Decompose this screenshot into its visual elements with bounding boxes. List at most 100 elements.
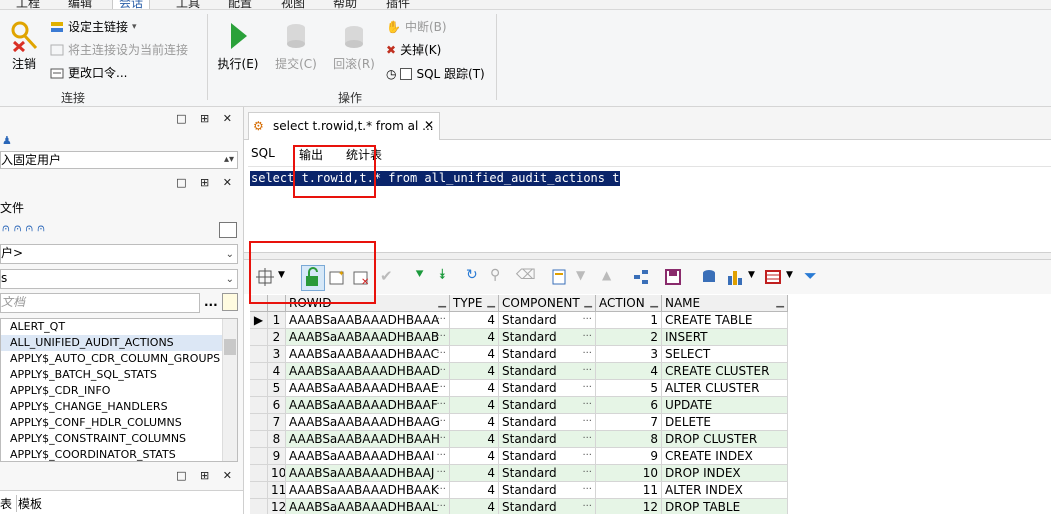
cell-editor-ellipsis-icon[interactable]: ··· xyxy=(436,363,446,379)
row-selector[interactable] xyxy=(250,465,268,482)
panel-controls[interactable]: □ ⊞ ✕ xyxy=(176,112,237,125)
cell-editor-ellipsis-icon[interactable]: ··· xyxy=(582,363,592,379)
cell-action[interactable]: 5 xyxy=(596,380,662,397)
table-row[interactable]: 8 AAABSaAABAAADHBAAH ··· 4 Standard ··· 8 DROP … xyxy=(250,431,788,448)
menu-help[interactable]: 帮助 xyxy=(333,0,357,9)
cell-component[interactable]: Standard ··· xyxy=(499,397,596,414)
cell-editor-ellipsis-icon[interactable]: ··· xyxy=(582,397,592,413)
tab-templates[interactable]: 模板 xyxy=(18,495,42,512)
row-selector[interactable] xyxy=(250,431,268,448)
cell-name[interactable]: DROP CLUSTER xyxy=(662,431,788,448)
cell-component[interactable]: Standard ··· xyxy=(499,329,596,346)
cell-rowid[interactable]: AAABSaAABAAADHBAAH ··· xyxy=(286,431,450,448)
browser-panel-controls[interactable]: □ ⊞ ✕ xyxy=(176,176,237,189)
cell-component[interactable]: Standard ··· xyxy=(499,380,596,397)
row-number[interactable]: 12 xyxy=(268,499,286,514)
table-grid-icon[interactable] xyxy=(764,268,782,286)
row-number[interactable]: 2 xyxy=(268,329,286,346)
row-selector[interactable] xyxy=(250,346,268,363)
clear-icon[interactable]: ⌫ xyxy=(516,267,536,283)
cell-action[interactable]: 1 xyxy=(596,312,662,329)
vertical-scrollbar[interactable] xyxy=(222,319,237,461)
cell-editor-ellipsis-icon[interactable]: ··· xyxy=(436,346,446,362)
cell-type[interactable]: 4 xyxy=(450,363,499,380)
cell-action[interactable]: 7 xyxy=(596,414,662,431)
cell-editor-ellipsis-icon[interactable]: ··· xyxy=(436,448,446,464)
cell-editor-ellipsis-icon[interactable]: ··· xyxy=(582,448,592,464)
column-header-component[interactable]: COMPONENT ▁ xyxy=(499,295,596,312)
menu-plugins[interactable]: 插件 xyxy=(386,0,410,9)
row-selector[interactable] xyxy=(250,397,268,414)
sql-trace-checkbox[interactable] xyxy=(400,67,413,80)
cell-editor-ellipsis-icon[interactable]: ··· xyxy=(582,465,592,481)
chevron-down-icon[interactable]: ▼ xyxy=(748,270,755,280)
cell-action[interactable]: 9 xyxy=(596,448,662,465)
cell-name[interactable]: DELETE xyxy=(662,414,788,431)
row-number[interactable]: 10 xyxy=(268,465,286,482)
cell-action[interactable]: 10 xyxy=(596,465,662,482)
cell-type[interactable]: 4 xyxy=(450,380,499,397)
cell-type[interactable]: 4 xyxy=(450,312,499,329)
cell-type[interactable]: 4 xyxy=(450,431,499,448)
rollback-button[interactable]: 回滚(R) xyxy=(330,20,378,72)
cell-rowid[interactable]: AAABSaAABAAADHBAAA ··· xyxy=(286,312,450,329)
export-database-icon[interactable] xyxy=(700,268,718,286)
row-selector[interactable] xyxy=(250,414,268,431)
row-number[interactable]: 6 xyxy=(268,397,286,414)
menu-project[interactable]: 工程 xyxy=(16,0,40,9)
post-check-icon[interactable]: ✔ xyxy=(380,267,393,285)
cell-component[interactable]: Standard ··· xyxy=(499,465,596,482)
table-row[interactable]: 2 AAABSaAABAAADHBAAB ··· 4 Standard ··· 2 INSER… xyxy=(250,329,788,346)
cell-editor-ellipsis-icon[interactable]: ··· xyxy=(436,397,446,413)
cell-component[interactable]: Standard ··· xyxy=(499,414,596,431)
table-row[interactable]: 3 AAABSaAABAAADHBAAC ··· 4 Standard ··· 3 SELEC… xyxy=(250,346,788,363)
cell-editor-ellipsis-icon[interactable]: ··· xyxy=(582,414,592,430)
cell-editor-ellipsis-icon[interactable]: ··· xyxy=(436,329,446,345)
cell-component[interactable]: Standard ··· xyxy=(499,431,596,448)
logoff-button[interactable]: 注销 xyxy=(6,20,42,72)
user-combo[interactable]: 户> ⌄ xyxy=(0,244,238,264)
search-input[interactable]: 文档 xyxy=(0,293,200,313)
table-row[interactable]: 4 AAABSaAABAAADHBAAD ··· 4 Standard ··· 4 CREAT… xyxy=(250,363,788,380)
cell-type[interactable]: 4 xyxy=(450,397,499,414)
row-selector[interactable] xyxy=(250,482,268,499)
tab-sql[interactable]: SQL xyxy=(251,146,275,160)
list-item[interactable]: APPLY$_CHANGE_HANDLERS xyxy=(1,399,237,415)
more-button[interactable]: ... xyxy=(204,295,218,309)
type-combo[interactable]: s ⌄ xyxy=(0,269,238,289)
column-header-action[interactable]: ACTION ▁ xyxy=(596,295,662,312)
current-row-indicator-icon[interactable]: ▶ xyxy=(250,312,268,329)
row-number[interactable]: 4 xyxy=(268,363,286,380)
cell-component[interactable]: Standard ··· xyxy=(499,482,596,499)
set-primary-button[interactable]: 设定主链接 ▾ xyxy=(50,18,137,35)
object-list[interactable]: ALERT_QT ALL_UNIFIED_AUDIT_ACTIONS APPLY… xyxy=(0,318,238,462)
tree-structure-icon[interactable] xyxy=(632,268,650,286)
table-row[interactable]: 11 AAABSaAABAAADHBAAK ··· 4 Standard ··· 11 ALT… xyxy=(250,482,788,499)
cell-action[interactable]: 2 xyxy=(596,329,662,346)
menu-edit[interactable]: 编辑 xyxy=(68,0,92,9)
chart-icon[interactable] xyxy=(726,268,744,286)
cell-name[interactable]: CREATE CLUSTER xyxy=(662,363,788,380)
cell-rowid[interactable]: AAABSaAABAAADHBAAG ··· xyxy=(286,414,450,431)
cell-editor-ellipsis-icon[interactable]: ··· xyxy=(436,465,446,481)
row-selector[interactable] xyxy=(250,448,268,465)
cell-name[interactable]: SELECT xyxy=(662,346,788,363)
set-primary-current-button[interactable]: 将主连接设为当前连接 xyxy=(50,41,188,58)
sql-trace-toggle[interactable]: ◷ SQL 跟踪(T) xyxy=(386,65,485,82)
row-number[interactable]: 7 xyxy=(268,414,286,431)
row-number[interactable]: 1 xyxy=(268,312,286,329)
cell-editor-ellipsis-icon[interactable]: ··· xyxy=(582,499,592,514)
cell-editor-ellipsis-icon[interactable]: ··· xyxy=(436,499,446,514)
change-password-button[interactable]: 更改口令... xyxy=(50,64,127,81)
sql-window-tab[interactable]: ⚙ select t.rowid,t.* from al ... ✕ xyxy=(248,112,440,140)
cell-editor-ellipsis-icon[interactable]: ··· xyxy=(436,482,446,498)
cell-action[interactable]: 4 xyxy=(596,363,662,380)
cell-action[interactable]: 3 xyxy=(596,346,662,363)
cell-editor-ellipsis-icon[interactable]: ··· xyxy=(436,312,446,328)
list-item[interactable]: ALL_UNIFIED_AUDIT_ACTIONS xyxy=(1,335,237,351)
scroll-thumb[interactable] xyxy=(224,339,236,355)
cell-type[interactable]: 4 xyxy=(450,346,499,363)
row-number[interactable]: 8 xyxy=(268,431,286,448)
menu-session[interactable]: 会话 xyxy=(112,0,151,9)
cell-rowid[interactable]: AAABSaAABAAADHBAAE ··· xyxy=(286,380,450,397)
